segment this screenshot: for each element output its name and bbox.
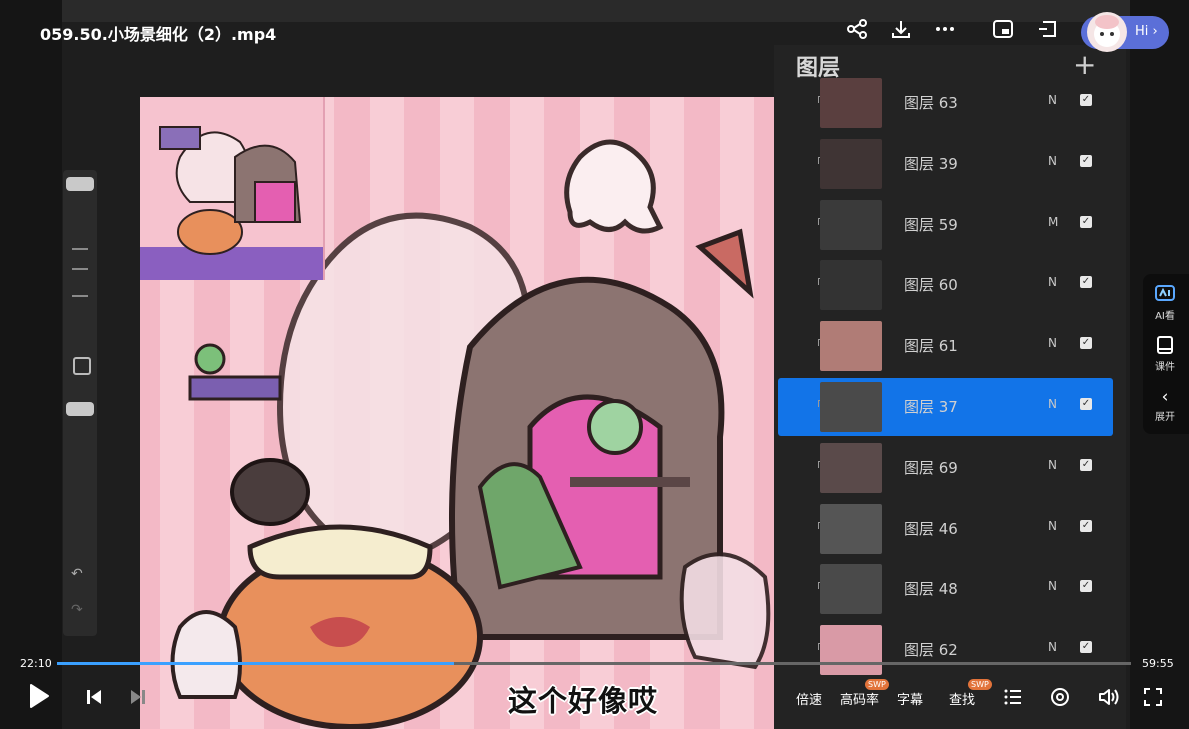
more-icon[interactable] (933, 18, 957, 42)
blend-mode-button[interactable]: N (1048, 93, 1057, 107)
layer-thumbnail (820, 138, 882, 189)
layer-row[interactable]: 图层 69 N ✓ (778, 439, 1113, 497)
layer-row[interactable]: 图层 39 N ✓ (778, 135, 1113, 193)
total-time: 59:55 (1142, 657, 1174, 670)
layer-name: 图层 61 (904, 337, 958, 356)
layer-name: 图层 62 (904, 641, 958, 660)
quality-badge: SWP (865, 679, 889, 690)
playlist-icon[interactable] (1003, 687, 1023, 711)
layer-thumbnail (820, 199, 882, 250)
assistant-avatar[interactable] (1087, 12, 1127, 52)
speed-button[interactable]: 倍速 (796, 689, 822, 708)
visibility-checkbox[interactable]: ✓ (1080, 519, 1092, 532)
video-subtitle: 这个好像哎 (508, 684, 659, 718)
blend-mode-button[interactable]: N (1048, 336, 1057, 350)
volume-icon[interactable] (1098, 687, 1120, 711)
courseware-icon (1143, 336, 1187, 358)
blend-mode-button[interactable]: N (1048, 640, 1057, 654)
chevron-left-icon: ‹ (1161, 387, 1169, 407)
video-title: 059.50.小场景细化（2）.mp4 (40, 25, 277, 44)
search-button[interactable]: 查找 (949, 689, 975, 708)
layer-row[interactable]: 图层 60 N ✓ (778, 256, 1113, 314)
layer-thumbnail (820, 78, 882, 128)
visibility-checkbox[interactable]: ✓ (1080, 276, 1092, 289)
picture-in-picture-icon[interactable] (991, 18, 1015, 42)
blend-mode-button[interactable]: N (1048, 154, 1057, 168)
layer-row[interactable]: 图层 59 M ✓ (778, 196, 1113, 254)
layer-row[interactable]: 图层 46 N ✓ (778, 500, 1113, 558)
current-time: 22:10 (20, 657, 52, 670)
layer-name: 图层 39 (904, 154, 958, 173)
layer-name: 图层 46 (904, 519, 958, 538)
progress-fill (57, 662, 455, 665)
redo-icon[interactable]: ↷ (71, 602, 83, 618)
visibility-checkbox[interactable]: ✓ (1080, 154, 1092, 167)
modify-button[interactable] (73, 357, 91, 375)
undo-icon[interactable]: ↶ (71, 566, 83, 582)
visibility-checkbox[interactable]: ✓ (1080, 458, 1092, 471)
play-icon[interactable] (28, 683, 50, 713)
visibility-checkbox[interactable]: ✓ (1080, 641, 1092, 654)
brush-size-slider[interactable] (66, 177, 94, 191)
assistant-label[interactable]: Hi › (1135, 24, 1158, 39)
layer-row[interactable]: 图层 62 N ✓ (778, 621, 1113, 679)
layer-name: 图层 59 (904, 215, 958, 234)
visibility-checkbox[interactable]: ✓ (1080, 580, 1092, 593)
layer-name: 图层 37 (904, 398, 958, 416)
layer-name: 图层 48 (904, 580, 958, 599)
quality-button[interactable]: 高码率 (840, 689, 879, 708)
layer-thumbnail (820, 442, 882, 493)
procreate-toolbar (62, 0, 1130, 22)
ai-watch-icon (1143, 285, 1187, 307)
next-icon[interactable] (129, 688, 147, 710)
visibility-checkbox[interactable]: ✓ (1080, 94, 1092, 106)
opacity-slider[interactable] (66, 402, 94, 416)
blend-mode-button[interactable]: N (1048, 397, 1057, 411)
projection-icon[interactable] (1036, 18, 1060, 42)
blend-mode-button[interactable]: N (1048, 458, 1057, 472)
download-icon[interactable] (889, 18, 913, 42)
layer-thumbnail (820, 382, 882, 432)
slider-tick (72, 248, 88, 250)
visibility-checkbox[interactable]: ✓ (1080, 215, 1092, 228)
expand-button[interactable]: ‹ 展开 (1143, 386, 1187, 423)
layer-row[interactable]: 图层 48 N ✓ (778, 560, 1113, 618)
layer-name: 图层 63 (904, 94, 958, 112)
reference-thumbnail (140, 97, 325, 280)
blend-mode-button[interactable]: M (1048, 215, 1058, 229)
layer-row[interactable]: 图层 63 N ✓ (778, 74, 1113, 132)
layer-name: 图层 60 (904, 276, 958, 295)
blend-mode-button[interactable]: N (1048, 519, 1057, 533)
procreate-sidebar: ↶ ↷ (63, 170, 97, 636)
visibility-checkbox[interactable]: ✓ (1080, 398, 1092, 410)
layer-row[interactable]: 图层 37 N ✓ (778, 378, 1113, 436)
share-icon[interactable] (845, 18, 869, 42)
layer-thumbnail (820, 260, 882, 311)
layer-thumbnail (820, 564, 882, 615)
slider-tick (72, 268, 88, 270)
layer-row[interactable]: 图层 61 N ✓ (778, 317, 1113, 375)
danmaku-icon[interactable] (1050, 687, 1070, 711)
layer-name: 图层 69 (904, 458, 958, 477)
fullscreen-icon[interactable] (1143, 687, 1163, 711)
layer-thumbnail (820, 625, 882, 676)
caption-button[interactable]: 字幕 (897, 689, 923, 708)
courseware-button[interactable]: 课件 (1143, 336, 1187, 373)
ai-watch-button[interactable]: AI看 (1143, 285, 1187, 322)
slider-tick (72, 295, 88, 297)
layer-thumbnail (820, 321, 882, 372)
previous-icon[interactable] (85, 688, 103, 710)
visibility-checkbox[interactable]: ✓ (1080, 337, 1092, 350)
blend-mode-button[interactable]: N (1048, 579, 1057, 593)
layer-thumbnail (820, 503, 882, 554)
search-badge: SWP (968, 679, 992, 690)
blend-mode-button[interactable]: N (1048, 275, 1057, 289)
